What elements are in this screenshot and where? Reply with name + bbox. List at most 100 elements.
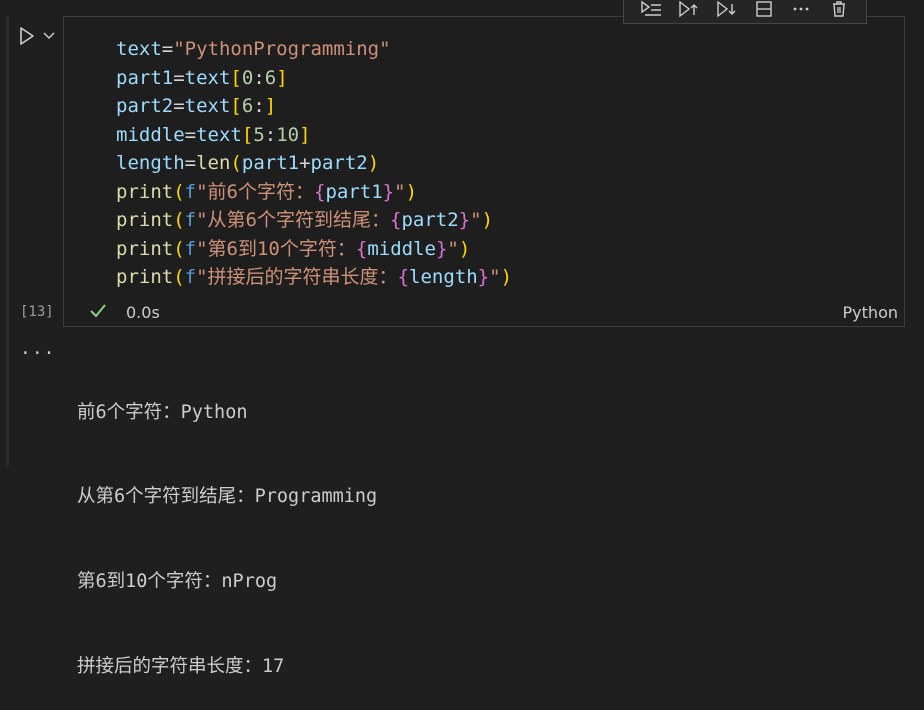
more-actions-button[interactable]: [789, 0, 813, 20]
code-token: =: [184, 152, 197, 174]
code-token: part2: [116, 95, 174, 117]
code-token: {: [390, 209, 402, 231]
code-token: text: [184, 66, 231, 89]
code-token: print: [116, 180, 174, 203]
code-line: print(f"第6到10个字符：{middle}"): [116, 235, 512, 264]
run-by-line-button[interactable]: [639, 0, 663, 20]
code-token: f: [184, 180, 197, 203]
run-above-icon: [679, 0, 698, 18]
run-below-icon: [717, 0, 736, 18]
code-token: ]: [264, 95, 277, 117]
code-token: {: [355, 237, 368, 260]
code-token: 5: [253, 123, 265, 146]
code-token: [: [230, 66, 242, 89]
code-line: print(f"从第6个字符到结尾：{part2}"): [116, 206, 512, 235]
code-token: [: [230, 95, 242, 117]
code-token: part2: [401, 209, 459, 231]
code-token: ): [500, 266, 513, 288]
code-token: "拼接后的字符串长度：: [196, 266, 398, 288]
code-token: middle: [367, 237, 436, 260]
code-token: part1: [241, 152, 300, 174]
code-token: {: [314, 180, 326, 203]
code-token: ): [367, 152, 380, 174]
cell-run-area: [16, 22, 64, 50]
code-token: len: [196, 152, 231, 174]
chevron-down-icon: [43, 32, 55, 40]
code-cell-editor[interactable]: text="PythonProgramming" part1=text[0:6] p…: [63, 16, 905, 327]
run-options-dropdown[interactable]: [42, 29, 56, 43]
code-token: length: [116, 152, 185, 174]
delete-cell-icon: [833, 1, 846, 17]
code-token: (: [173, 209, 185, 231]
delete-cell-button[interactable]: [827, 0, 851, 20]
code-token: (: [230, 152, 242, 174]
code-token: [: [241, 123, 254, 146]
run-below-button[interactable]: [714, 0, 738, 20]
code-token: text: [184, 95, 231, 117]
execution-duration: 0.0s: [126, 303, 160, 322]
code-token: "从第6个字符到结尾：: [196, 209, 390, 231]
code-token: (: [173, 180, 185, 203]
code-token: ): [481, 209, 494, 231]
split-cell-icon: [756, 1, 772, 17]
code-token: ": [470, 209, 482, 231]
code-line: print(f"前6个字符：{part1}"): [116, 178, 512, 207]
run-by-line-icon: [641, 0, 661, 16]
code-token: ]: [299, 123, 311, 146]
code-token: f: [184, 209, 197, 231]
play-icon: [20, 27, 34, 45]
code-token: 10: [276, 123, 300, 146]
code-token: part1: [116, 66, 174, 89]
split-cell-button[interactable]: [752, 0, 776, 20]
cell-language-picker[interactable]: Python: [843, 303, 898, 322]
check-icon: [90, 304, 106, 318]
output-line: 第6到10个字符：nProg: [77, 571, 278, 593]
code-token: length: [409, 266, 478, 288]
code-token: (: [173, 266, 185, 288]
code-token: =: [184, 123, 197, 146]
code-token: :: [253, 66, 265, 89]
code-line: print(f"拼接后的字符串长度：{length}"): [116, 263, 512, 292]
code-token: 0: [241, 66, 254, 89]
more-actions-icon: [794, 7, 809, 11]
code-token: part1: [325, 180, 383, 203]
code-token: ": [394, 180, 406, 203]
execution-count: [13]: [20, 304, 54, 320]
code-token: :: [264, 123, 277, 146]
code-token: =: [173, 66, 185, 89]
code-token: f: [184, 266, 197, 288]
code-token: {: [397, 266, 410, 288]
run-cell-button[interactable]: [16, 25, 38, 47]
code-token: print: [116, 266, 174, 288]
code-token: f: [184, 237, 197, 260]
code-token: print: [116, 237, 174, 260]
code-token: text: [196, 123, 242, 146]
code-token: +: [299, 152, 311, 174]
cell-toolbar: [623, 0, 867, 24]
code-line: part2=text[6:]: [116, 92, 512, 121]
run-above-button[interactable]: [676, 0, 700, 20]
output-more-actions-button[interactable]: ···: [20, 343, 56, 364]
code-token: =: [173, 95, 185, 117]
cell-status-bar: 0.0s Python: [64, 297, 906, 327]
code-token: "前6个字符：: [196, 180, 314, 203]
code-token: }: [477, 266, 490, 288]
code-token: "PythonProgramming": [173, 38, 391, 60]
cell-focus-bar: [6, 16, 9, 466]
code-token: }: [458, 209, 471, 231]
code-line: part1=text[0:6]: [116, 64, 512, 93]
output-line: 前6个字符：Python: [77, 401, 248, 423]
code-token: }: [382, 180, 395, 203]
code-token: ]: [276, 66, 288, 89]
code-token: middle: [116, 123, 185, 146]
output-line: 拼接后的字符串长度：17: [77, 656, 285, 678]
code-token: 6: [241, 95, 254, 117]
code-token: ": [447, 237, 459, 260]
code-token: part2: [310, 152, 368, 174]
code-token: text: [116, 38, 162, 60]
code-token: "第6到10个字符：: [196, 237, 356, 260]
code-token: ": [489, 266, 501, 288]
code-editor-text[interactable]: text="PythonProgramming" part1=text[0:6] p…: [116, 35, 512, 292]
code-token: :: [253, 95, 265, 117]
code-token: }: [435, 237, 448, 260]
